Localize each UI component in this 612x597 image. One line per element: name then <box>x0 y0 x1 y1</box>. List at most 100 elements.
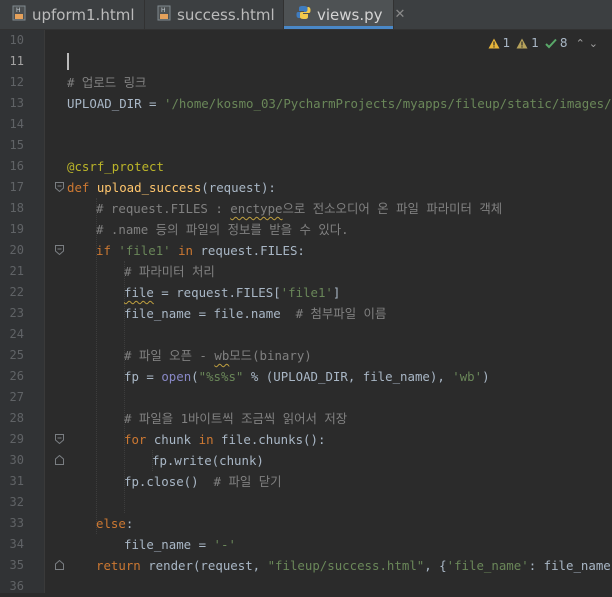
line-number: 16 <box>9 159 24 173</box>
code-line[interactable]: 27 <box>0 387 612 408</box>
python-file-icon <box>296 5 311 24</box>
code-token: file_name = file.name <box>124 306 296 321</box>
code-token: fp = <box>124 369 162 384</box>
code-text: # request.FILES : enctype으로 전소오디어 온 파일 파… <box>96 198 502 219</box>
code-text: file_name = file.name # 첨부파일 이름 <box>124 303 386 324</box>
code-token: in <box>198 432 221 447</box>
code-line[interactable]: 12 # 업로드 링크 <box>0 72 612 93</box>
code-line[interactable]: 17 def upload_success(request): <box>0 177 612 198</box>
line-number: 19 <box>9 222 24 236</box>
code-text: fp.close() # 파일 닫기 <box>124 471 282 492</box>
code-text: @csrf_protect <box>67 159 164 174</box>
code-line[interactable]: 36 <box>0 576 612 597</box>
code-line[interactable]: 32 <box>0 492 612 513</box>
code-line[interactable]: 35 return render(request, "fileup/succes… <box>0 555 612 576</box>
fold-marker-icon[interactable] <box>55 182 64 192</box>
ide-window: H upform1.html H success.html views.py ✕… <box>0 0 612 593</box>
code-token: 으로 전소오디어 온 파일 파라미터 객체 <box>282 201 503 216</box>
code-line[interactable]: 18 # request.FILES : enctype으로 전소오디어 온 파… <box>0 198 612 219</box>
line-number: 13 <box>9 96 24 110</box>
code-text: for chunk in file.chunks(): <box>124 429 325 450</box>
close-tab-icon[interactable]: ✕ <box>395 7 406 22</box>
code-token: fp.close() <box>124 474 214 489</box>
line-number: 35 <box>9 558 24 572</box>
code-text: fp = open("%s%s" % (UPLOAD_DIR, file_nam… <box>124 366 490 387</box>
tab-success[interactable]: H success.html <box>145 0 284 29</box>
line-number: 36 <box>9 579 24 593</box>
code-text: # .name 등의 파일의 정보를 받을 수 있다. <box>96 222 349 237</box>
code-token: render(request, <box>148 558 268 573</box>
line-number: 24 <box>9 327 24 341</box>
code-token: else <box>96 516 126 531</box>
code-token: 'file_name' <box>446 558 529 573</box>
fold-marker-icon[interactable] <box>55 245 64 255</box>
code-token: enctype <box>230 201 283 216</box>
code-editor[interactable]: 1 1 8 ⌃ ⌄ 10 11 12 # 업로드 링크 13 UPLOAD_DI… <box>0 30 612 593</box>
line-number: 31 <box>9 474 24 488</box>
code-line[interactable]: 15 <box>0 135 612 156</box>
fold-end-marker-icon[interactable] <box>55 455 64 465</box>
code-token: UPLOAD_DIR = <box>67 96 164 111</box>
code-token: return <box>96 558 149 573</box>
code-line[interactable]: 30 fp.write(chunk) <box>0 450 612 471</box>
code-text: UPLOAD_DIR = '/home/kosmo_03/PycharmProj… <box>67 93 612 114</box>
line-number: 22 <box>9 285 24 299</box>
code-token: if <box>96 243 119 258</box>
code-line[interactable]: 22 file = request.FILES['file1'] <box>0 282 612 303</box>
tab-views-py[interactable]: views.py ✕ <box>284 0 405 29</box>
code-token: upload_success <box>96 180 202 195</box>
code-token: % (UPLOAD_DIR, file_name), <box>243 369 453 384</box>
line-number: 11 <box>9 54 24 68</box>
tab-upform1[interactable]: H upform1.html <box>0 0 145 29</box>
code-text: # 파라미터 처리 <box>124 264 215 279</box>
code-line[interactable]: 13 UPLOAD_DIR = '/home/kosmo_03/PycharmP… <box>0 93 612 114</box>
fold-end-marker-icon[interactable] <box>55 560 64 570</box>
code-line[interactable]: 23 file_name = file.name # 첨부파일 이름 <box>0 303 612 324</box>
code-token: "%s%s" <box>198 369 244 384</box>
code-token: # 첨부파일 이름 <box>295 306 387 321</box>
code-line[interactable]: 21 # 파라미터 처리 <box>0 261 612 282</box>
code-token: : <box>125 516 134 531</box>
code-token: in <box>170 243 201 258</box>
code-line[interactable]: 16 @csrf_protect <box>0 156 612 177</box>
line-number: 28 <box>9 411 24 425</box>
code-line[interactable]: 29 for chunk in file.chunks(): <box>0 429 612 450</box>
code-text: return render(request, "fileup/success.h… <box>96 555 612 576</box>
code-token: open <box>161 369 192 384</box>
line-number: 14 <box>9 117 24 131</box>
line-number: 23 <box>9 306 24 320</box>
code-line[interactable]: 14 <box>0 114 612 135</box>
line-number: 21 <box>9 264 24 278</box>
code-line[interactable]: 19 # .name 등의 파일의 정보를 받을 수 있다. <box>0 219 612 240</box>
code-token: request.FILES: <box>200 243 305 258</box>
code-line[interactable]: 10 <box>0 30 612 51</box>
code-token: 'file1' <box>118 243 171 258</box>
code-line[interactable]: 20 if 'file1' in request.FILES: <box>0 240 612 261</box>
code-line[interactable]: 34 file_name = '-' <box>0 534 612 555</box>
line-number: 34 <box>9 537 24 551</box>
code-token: file.chunks(): <box>221 432 326 447</box>
code-token: for <box>124 432 154 447</box>
code-text: def upload_success(request): <box>67 177 276 198</box>
line-number: 12 <box>9 75 24 89</box>
line-number: 25 <box>9 348 24 362</box>
code-line[interactable]: 26 fp = open("%s%s" % (UPLOAD_DIR, file_… <box>0 366 612 387</box>
code-text: else: <box>96 513 133 534</box>
code-line[interactable]: 33 else: <box>0 513 612 534</box>
code-line[interactable]: 31 fp.close() # 파일 닫기 <box>0 471 612 492</box>
html-file-icon: H <box>12 5 26 25</box>
tab-label: upform1.html <box>32 5 135 24</box>
code-token: '/home/kosmo_03/PycharmProjects/myapps/f… <box>163 96 612 111</box>
code-line-current[interactable]: 11 <box>0 51 612 72</box>
code-token: chunk <box>153 432 199 447</box>
code-line[interactable]: 24 <box>0 324 612 345</box>
code-text: # 파일 오픈 - wb모드(binary) <box>124 345 312 366</box>
line-number: 27 <box>9 390 24 404</box>
code-token: ( <box>191 369 199 384</box>
code-token: : file_name}) <box>528 558 612 573</box>
code-line[interactable]: 28 # 파일을 1바이트씩 조금씩 읽어서 저장 <box>0 408 612 429</box>
code-line[interactable]: 25 # 파일 오픈 - wb모드(binary) <box>0 345 612 366</box>
line-number: 17 <box>9 180 24 194</box>
fold-marker-icon[interactable] <box>55 434 64 444</box>
code-token: # 파일 오픈 - <box>124 348 215 363</box>
